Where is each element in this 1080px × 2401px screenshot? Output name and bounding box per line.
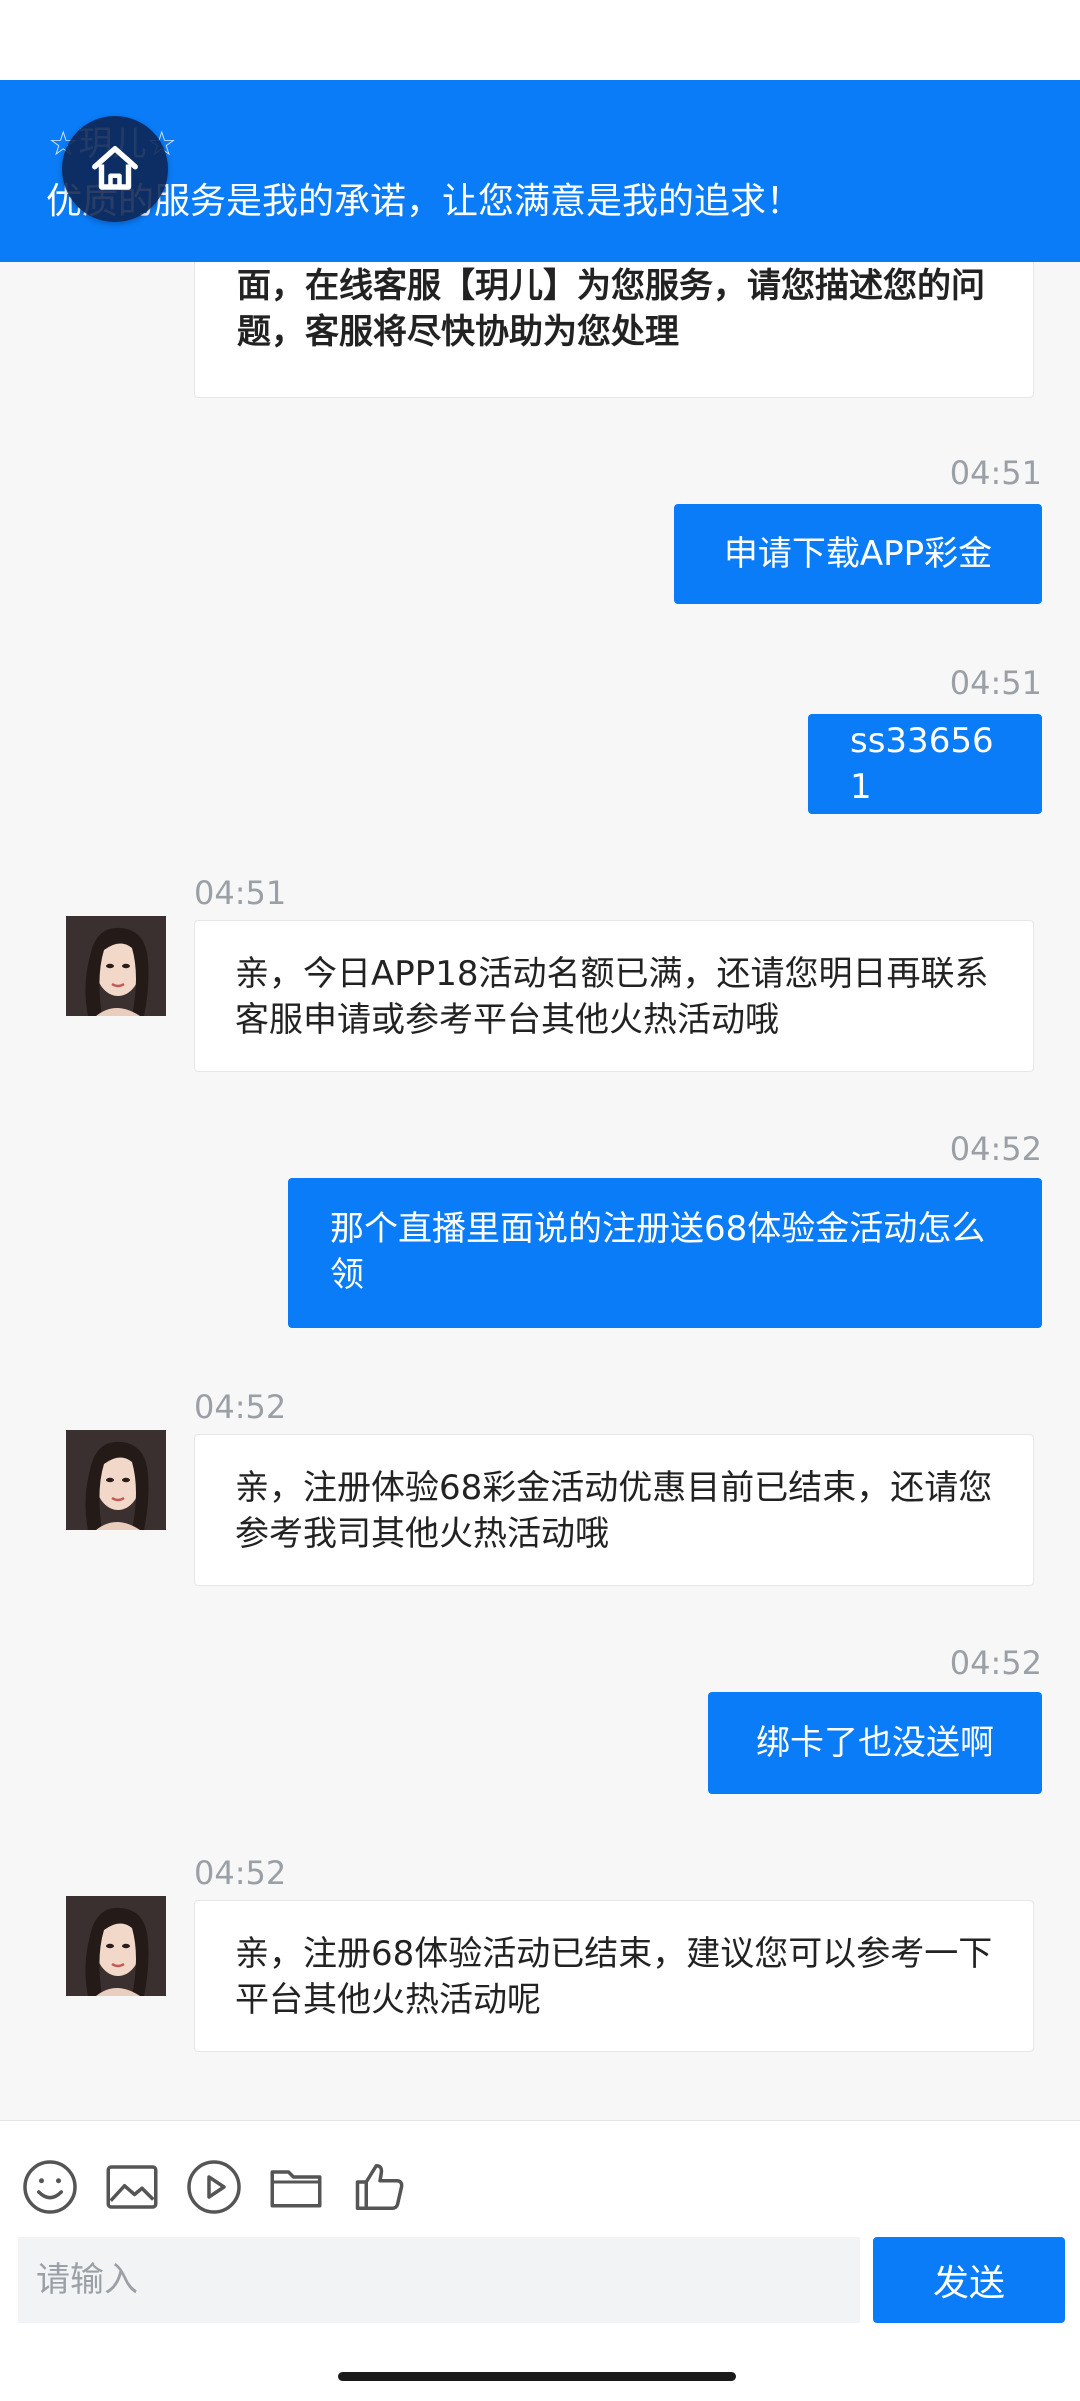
- message-time: 04:51: [949, 664, 1042, 702]
- agent-avatar[interactable]: [66, 916, 166, 1016]
- message-time: 04:52: [949, 1130, 1042, 1168]
- send-button[interactable]: 发送: [873, 2237, 1065, 2323]
- thumbs-up-icon[interactable]: [350, 2157, 410, 2217]
- message-time: 04:51: [194, 874, 287, 912]
- agent-avatar[interactable]: [66, 1430, 166, 1530]
- folder-icon[interactable]: [266, 2157, 326, 2217]
- outgoing-message: 那个直播里面说的注册送68体验金活动怎么领: [288, 1178, 1042, 1328]
- emoji-icon[interactable]: [20, 2157, 80, 2217]
- composer: 发送: [0, 2120, 1080, 2401]
- message-text: 申请下载APP彩金: [723, 534, 993, 574]
- message-time: 04:51: [949, 454, 1042, 492]
- outgoing-message: ss336561: [808, 714, 1042, 814]
- message-input[interactable]: [18, 2237, 860, 2323]
- message-text: 亲，注册体验68彩金活动优惠目前已结束，还请您参考我司其他火热活动哦: [235, 1468, 993, 1554]
- message-text: 那个直播里面说的注册送68体验金活动怎么领: [330, 1209, 986, 1295]
- message-text: 亲，注册68体验活动已结束，建议您可以参考一下平台其他火热活动呢: [235, 1934, 993, 2020]
- message-time: 04:52: [194, 1388, 287, 1426]
- message-text: 亲，今日APP18活动名额已满，还请您明日再联系客服申请或参考平台其他火热活动哦: [235, 954, 989, 1040]
- home-icon: [92, 146, 138, 190]
- incoming-message: 亲，注册体验68彩金活动优惠目前已结束，还请您参考我司其他火热活动哦: [194, 1434, 1034, 1586]
- message-time: 04:52: [194, 1854, 287, 1892]
- image-icon[interactable]: [102, 2157, 162, 2217]
- home-button[interactable]: [62, 116, 168, 222]
- incoming-message: 亲，注册68体验活动已结束，建议您可以参考一下平台其他火热活动呢: [194, 1900, 1034, 2052]
- chat-header: ☆玥儿☆ 优质的服务是我的承诺，让您满意是我的追求！: [0, 80, 1080, 262]
- outgoing-message: 申请下载APP彩金: [674, 504, 1042, 604]
- home-indicator: [338, 2372, 736, 2381]
- message-text: 绑卡了也没送啊: [756, 1723, 994, 1763]
- agent-avatar[interactable]: [66, 1896, 166, 1996]
- message-text: ss336561: [850, 721, 994, 807]
- video-icon[interactable]: [184, 2157, 244, 2217]
- chat-area[interactable]: 欢迎您来到【玥儿】，目前您已进入客服会话页面，在线客服【玥儿】为您服务，请您描述…: [0, 0, 1080, 2120]
- message-time: 04:52: [949, 1644, 1042, 1682]
- outgoing-message: 绑卡了也没送啊: [708, 1692, 1042, 1794]
- incoming-message: 亲，今日APP18活动名额已满，还请您明日再联系客服申请或参考平台其他火热活动哦: [194, 920, 1034, 1072]
